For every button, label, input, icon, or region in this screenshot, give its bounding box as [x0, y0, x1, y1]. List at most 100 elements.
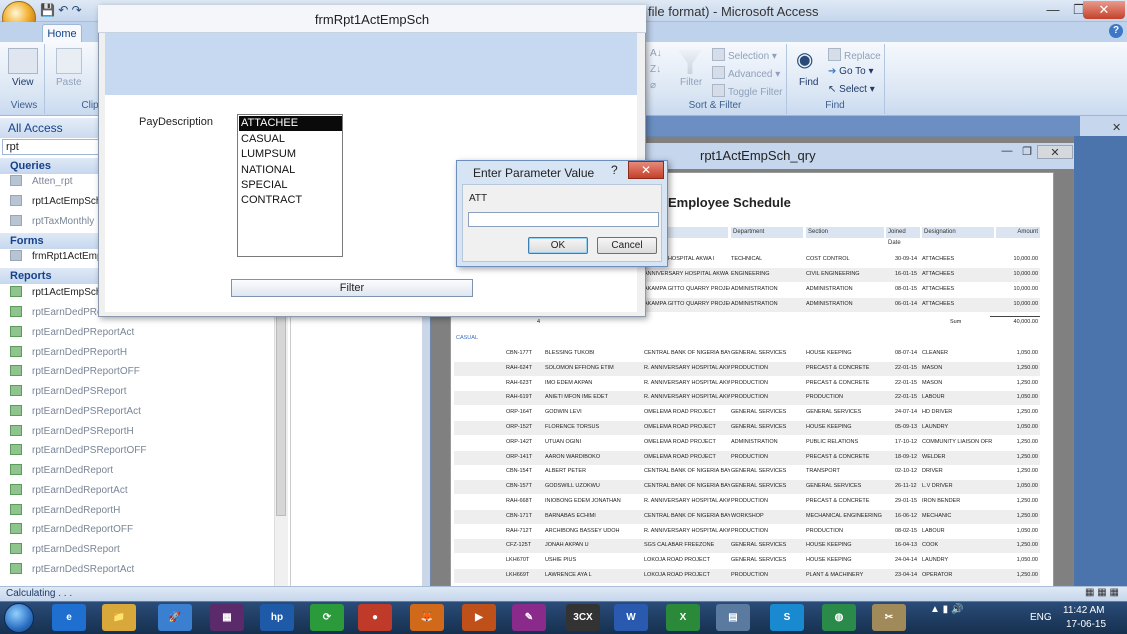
taskbar-app-icon[interactable]: ✎	[512, 604, 546, 631]
table-cell: PRECAST & CONCRETE	[806, 498, 870, 504]
nav-item-label: rptEarnDedPReportAct	[32, 327, 135, 338]
table-cell: 06-01-14	[895, 301, 918, 307]
nav-item-report[interactable]: rptEarnDedReportOFF	[10, 520, 290, 540]
selection-button[interactable]: Selection ▾	[712, 48, 777, 62]
list-option[interactable]: LUMPSUM	[239, 147, 342, 162]
table-cell: PRODUCTION	[806, 394, 843, 401]
nav-item-report[interactable]: rptEarnDedPReportOFF	[10, 362, 290, 382]
minimize-button[interactable]: —	[1040, 1, 1066, 19]
nav-item-report[interactable]: rptEarnDedPSReportAct	[10, 402, 290, 422]
taskbar-app-icon[interactable]: 🚀	[158, 604, 192, 631]
taskbar-app-icon[interactable]: 3CX	[566, 604, 600, 631]
table-cell: GENERAL SERVICES	[806, 409, 862, 416]
taskbar-app-icon[interactable]: ●	[358, 604, 392, 631]
nav-item-report[interactable]: rptEarnDedReportH	[10, 501, 290, 521]
paste-icon[interactable]	[56, 48, 82, 74]
pay-description-listbox[interactable]: ATTACHEE CASUAL LUMPSUM NATIONAL SPECIAL…	[237, 114, 343, 257]
report-restore-button[interactable]: ❐	[1018, 145, 1036, 159]
start-button[interactable]	[4, 603, 34, 633]
find-button[interactable]: Find	[799, 77, 818, 88]
taskbar-app-icon[interactable]: ◍	[822, 604, 856, 631]
report-close-button[interactable]: ✕	[1037, 145, 1073, 159]
dialog-title: Enter Parameter Value	[473, 166, 595, 180]
table-cell: CBN-177T	[506, 350, 532, 356]
nav-pane-header[interactable]: All Access Objects	[0, 118, 100, 155]
nav-item-report[interactable]: rptEarnDedSReport	[10, 540, 290, 560]
toggle-filter-icon	[712, 84, 725, 97]
report-minimize-button[interactable]: —	[998, 145, 1016, 159]
nav-item-report[interactable]: rptEarnDedPReportH	[10, 343, 290, 363]
view-icon[interactable]	[8, 48, 38, 74]
taskbar-app-icon[interactable]: 🦊	[410, 604, 444, 631]
filter-ribbon-button[interactable]: Filter	[680, 77, 702, 88]
table-cell: 18-09-12	[895, 453, 918, 460]
group-label-clipboard: Clip	[81, 100, 99, 111]
close-object-icon[interactable]: ✕	[1112, 121, 1121, 134]
table-cell: 24-07-14	[895, 409, 918, 416]
table-cell: ARCHIBONG BASSEY UDOH	[545, 527, 620, 534]
nav-item-report[interactable]: rptEarnDedPSReportH	[10, 422, 290, 442]
list-option[interactable]: SPECIAL CONTRACT	[239, 178, 342, 206]
help-icon[interactable]: ?	[1109, 24, 1123, 38]
filter-button[interactable]: Filter	[231, 279, 473, 297]
taskbar-app-icon[interactable]: ▦	[210, 604, 244, 631]
binoculars-icon[interactable]: ◉	[796, 48, 818, 72]
goto-button[interactable]: ➔ Go To ▾	[828, 66, 873, 77]
view-button[interactable]: View	[12, 77, 34, 88]
nav-item-report[interactable]: rptEarnDedReport	[10, 461, 290, 481]
help-icon[interactable]: ?	[611, 163, 618, 177]
taskbar-app-icon[interactable]: W	[614, 604, 648, 631]
taskbar-app-icon[interactable]: 📁	[102, 604, 136, 631]
table-cell: GENERAL SERVICES	[731, 468, 787, 475]
nav-item-report[interactable]: rptEarnDedReportAct	[10, 481, 290, 501]
system-tray[interactable]: ▲ ▮ 🔊	[930, 604, 1030, 631]
taskbar-app-icon[interactable]: ▶	[462, 604, 496, 631]
table-cell: OMELEMA ROAD PROJECT	[644, 424, 716, 430]
taskbar-app-icon[interactable]: ▤	[716, 604, 750, 631]
language-indicator[interactable]: ENG	[1030, 612, 1052, 623]
taskbar-app-icon[interactable]: e	[52, 604, 86, 631]
view-switcher[interactable]: ▦ ▦ ▦	[1085, 587, 1125, 600]
nav-section-reports[interactable]: Reports	[0, 268, 100, 284]
nav-search-input[interactable]: rpt	[2, 139, 100, 155]
replace-button[interactable]: Replace	[828, 48, 881, 62]
quick-access-toolbar[interactable]: 💾 ↶ ↷	[40, 3, 100, 19]
table-cell: BARNABAS ECHIMI	[545, 512, 596, 519]
toggle-filter-button[interactable]: Toggle Filter	[712, 84, 782, 98]
clock-time[interactable]: 11:42 AM	[1063, 605, 1105, 616]
table-cell: 02-10-12	[895, 468, 918, 475]
table-cell: AARON WARDIBOKO	[545, 453, 601, 460]
table-cell: L.V DRIVER	[922, 483, 953, 490]
table-cell: COST CONTROL	[806, 256, 850, 262]
list-option[interactable]: CASUAL	[239, 132, 342, 147]
taskbar-app-icon[interactable]: X	[666, 604, 700, 631]
report-icon	[10, 504, 22, 515]
advanced-button[interactable]: Advanced ▾	[712, 66, 780, 80]
nav-item-report[interactable]: rptEarnDedSReportAct	[10, 560, 290, 580]
nav-item-report[interactable]: rptEarnDedPSReportOFF	[10, 441, 290, 461]
list-option[interactable]: ATTACHEE	[239, 116, 342, 131]
report-icon	[10, 484, 22, 495]
tab-home[interactable]: Home	[42, 24, 82, 43]
nav-item-report[interactable]: rptEarnDedPSReport	[10, 382, 290, 402]
taskbar-app-icon[interactable]: ⟳	[310, 604, 344, 631]
taskbar-app-icon[interactable]: S	[770, 604, 804, 631]
dialog-close-button[interactable]: ✕	[628, 161, 664, 179]
taskbar-app-icon[interactable]: ✂	[872, 604, 906, 631]
table-cell: TRANSPORT	[806, 468, 840, 475]
ok-button[interactable]: OK	[528, 237, 588, 254]
close-button[interactable]: ✕	[1083, 1, 1125, 19]
cancel-button[interactable]: Cancel	[597, 237, 657, 254]
sort-icons[interactable]: A↓ Z↓ ⌀	[650, 46, 664, 94]
taskbar-app-icon[interactable]: hp	[260, 604, 294, 631]
list-option[interactable]: NATIONAL	[239, 163, 342, 178]
clock-date[interactable]: 17-06-15	[1066, 619, 1106, 630]
parameter-input[interactable]	[468, 212, 659, 227]
table-cell: RAH-712T	[506, 527, 532, 534]
paste-button[interactable]: Paste	[56, 77, 82, 88]
nav-item-report[interactable]: rptEarnDedPReportAct	[10, 323, 290, 343]
table-cell: USHIE PIUS	[545, 557, 577, 564]
select-button[interactable]: ↖ Select ▾	[828, 84, 875, 95]
table-cell: ORP-142T	[506, 438, 533, 445]
report-icon	[10, 365, 22, 376]
